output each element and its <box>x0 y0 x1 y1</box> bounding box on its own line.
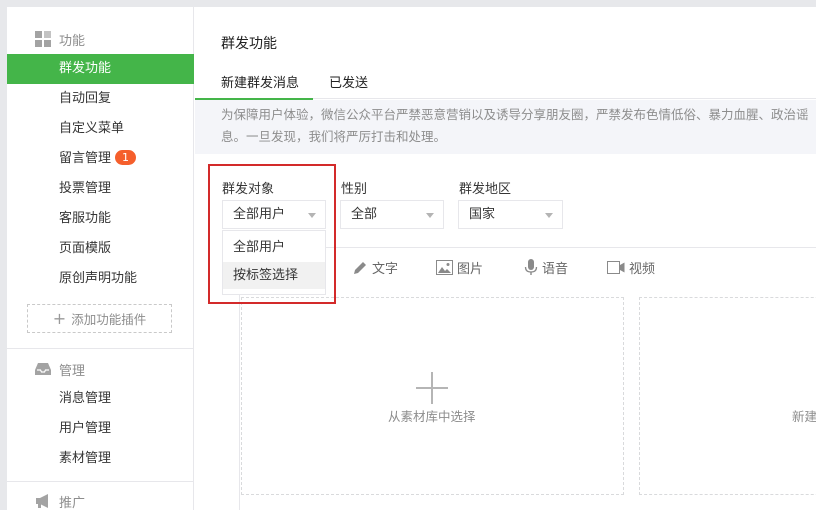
app-window: 功能 群发功能 自动回复 自定义菜单 留言管理 1 投票管理 客服功能 页面模版 … <box>7 7 816 510</box>
notice-line: 为保障用户体验，微信公众平台严禁恶意营销以及诱导分享朋友圈，严禁发布色情低俗、暴… <box>221 107 809 122</box>
toolbar-video[interactable]: 视频 <box>607 258 655 277</box>
select-from-library-card[interactable]: 从素材库中选择 <box>241 297 624 495</box>
image-icon <box>436 260 453 275</box>
microphone-icon <box>524 259 538 275</box>
sidebar-item-comments[interactable]: 留言管理 1 <box>7 144 194 174</box>
add-plugin-label: 添加功能插件 <box>71 312 147 327</box>
toolbar-label: 视频 <box>629 262 656 277</box>
highlight-annotation <box>208 164 336 304</box>
inbox-icon <box>35 363 51 375</box>
plus-icon <box>416 372 448 404</box>
plus-icon: + <box>52 309 67 328</box>
add-plugin-button[interactable]: + 添加功能插件 <box>27 304 172 333</box>
notice-line: 息。一旦发现，我们将严厉打击和处理。 <box>221 129 447 144</box>
region-label: 群发地区 <box>459 182 512 197</box>
toolbar-label: 文字 <box>372 262 399 277</box>
sidebar-divider <box>7 348 194 349</box>
create-new-card[interactable]: 新建 <box>639 297 816 495</box>
sidebar-group-title: 功能 <box>59 33 86 49</box>
sidebar-item-custom-menu[interactable]: 自定义菜单 <box>7 114 194 144</box>
gender-select-value: 全部 <box>351 207 378 222</box>
sidebar-group-title: 管理 <box>59 363 86 379</box>
toolbar-label: 语音 <box>542 262 569 277</box>
sidebar-group-title: 推广 <box>59 495 86 510</box>
card-label: 从素材库中选择 <box>388 409 476 424</box>
card-label: 新建 <box>792 409 816 424</box>
region-select[interactable]: 国家 <box>458 200 563 229</box>
grid-icon <box>35 31 51 47</box>
page-title: 群发功能 <box>221 36 277 52</box>
sidebar-item-original-declaration[interactable]: 原创声明功能 <box>7 264 194 294</box>
sidebar-item-customer-service[interactable]: 客服功能 <box>7 204 194 234</box>
sidebar-item-messages[interactable]: 消息管理 <box>7 384 194 414</box>
megaphone-icon <box>36 494 48 508</box>
sidebar-divider <box>7 481 194 482</box>
pencil-icon <box>354 261 366 274</box>
tab-new-mass-message[interactable]: 新建群发消息 <box>221 72 299 91</box>
sidebar-item-page-templates[interactable]: 页面模版 <box>7 234 194 264</box>
region-select-value: 国家 <box>469 207 496 222</box>
chevron-down-icon <box>545 213 553 218</box>
gender-select[interactable]: 全部 <box>340 200 444 229</box>
sidebar-item-materials[interactable]: 素材管理 <box>7 444 194 474</box>
toolbar-voice[interactable]: 语音 <box>524 258 568 277</box>
sidebar-item-mass-send[interactable]: 群发功能 <box>7 54 194 84</box>
sidebar-item-auto-reply[interactable]: 自动回复 <box>7 84 194 114</box>
sidebar-group-management: 管理 <box>7 354 194 384</box>
chevron-down-icon <box>426 213 434 218</box>
sidebar-group-functions: 功能 <box>7 24 194 54</box>
sidebar-item-label: 留言管理 <box>59 151 112 166</box>
policy-notice: 为保障用户体验，微信公众平台严禁恶意营销以及诱导分享朋友圈，严禁发布色情低俗、暴… <box>195 100 816 154</box>
toolbar-label: 图片 <box>457 262 484 277</box>
tab-sent[interactable]: 已发送 <box>329 72 368 91</box>
sidebar-group-promotion: 推广 <box>7 486 194 510</box>
sidebar-item-votes[interactable]: 投票管理 <box>7 174 194 204</box>
sidebar: 功能 群发功能 自动回复 自定义菜单 留言管理 1 投票管理 客服功能 页面模版 … <box>7 7 194 510</box>
main-content: 群发功能 新建群发消息 已发送 为保障用户体验，微信公众平台严禁恶意营销以及诱导… <box>195 7 816 510</box>
sidebar-item-users[interactable]: 用户管理 <box>7 414 194 444</box>
toolbar-image[interactable]: 图片 <box>436 258 483 277</box>
tab-bar: 新建群发消息 已发送 <box>195 69 816 100</box>
video-camera-icon <box>607 261 625 274</box>
toolbar-text[interactable]: 文字 <box>352 258 398 277</box>
notification-badge: 1 <box>115 150 137 165</box>
gender-label: 性别 <box>341 182 368 197</box>
